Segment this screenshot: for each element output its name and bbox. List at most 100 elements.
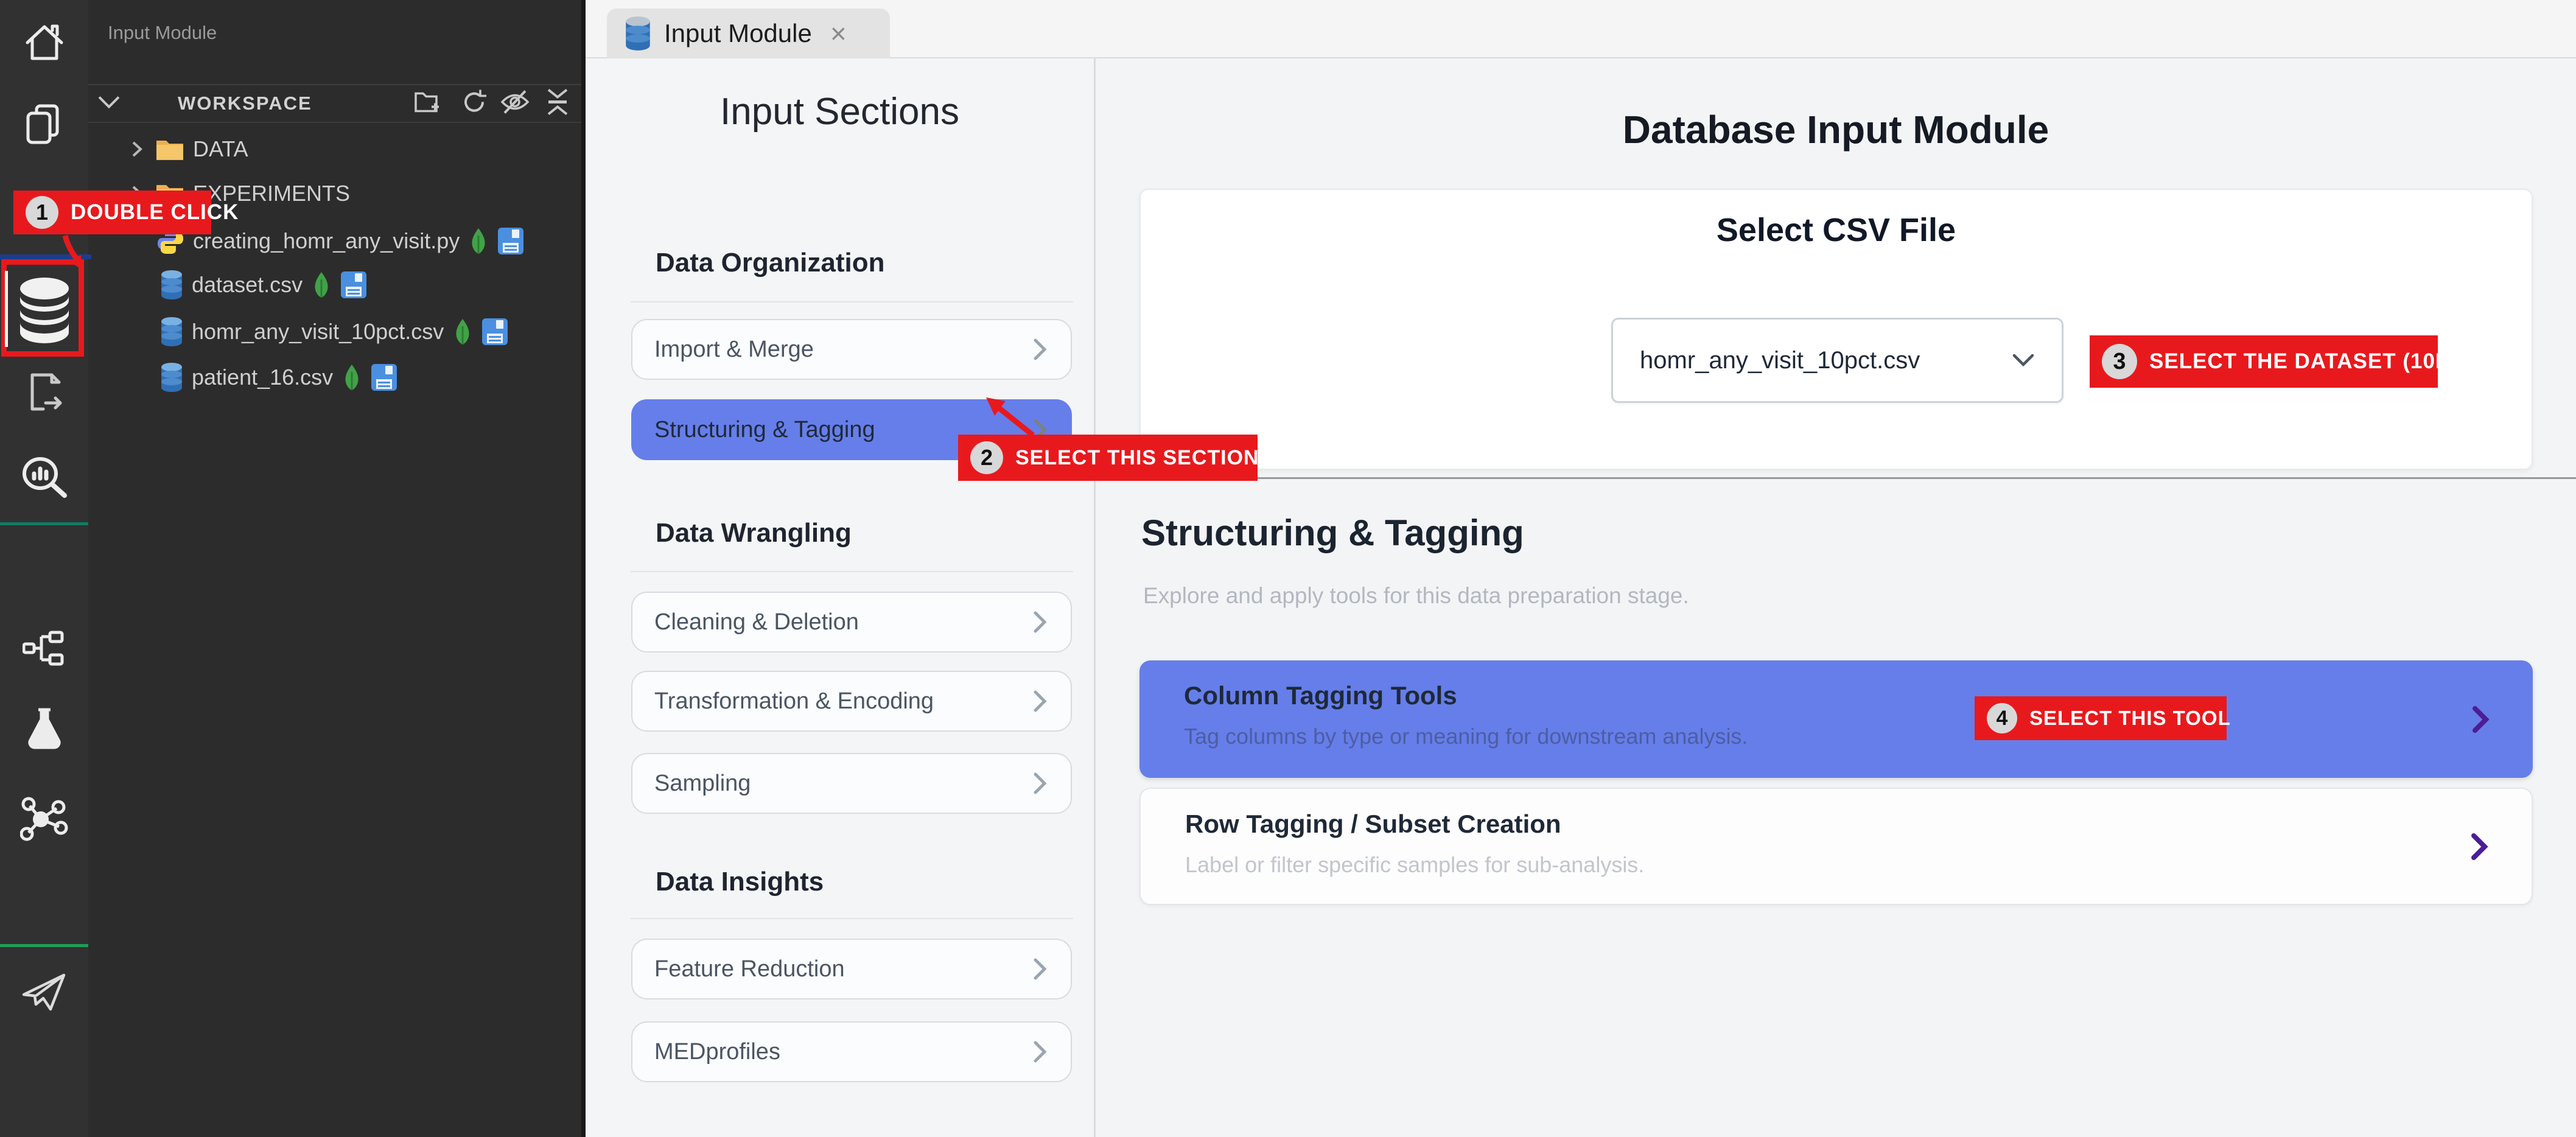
tree-item-label: DATA (193, 136, 248, 162)
annotation-highlight-rect (1, 259, 84, 357)
csv-database-icon (160, 317, 183, 347)
section-button-label: Sampling (654, 771, 751, 797)
saved-icon (481, 318, 508, 346)
refresh-icon[interactable] (461, 89, 488, 119)
section-button-label: Cleaning & Deletion (654, 609, 859, 635)
close-icon[interactable]: × (830, 19, 847, 47)
tab-input-module[interactable]: Input Module × (607, 9, 890, 58)
workspace-label: WORKSPACE (178, 93, 312, 114)
rail-divider (0, 944, 88, 947)
section-button-sampling[interactable]: Sampling (631, 753, 1072, 814)
tool-subtitle: Tag columns by type or meaning for downs… (1184, 724, 1748, 749)
tool-subtitle: Label or filter specific samples for sub… (1185, 852, 1644, 878)
tool-card-column-tagging[interactable]: Column Tagging Tools Tag columns by type… (1139, 660, 2533, 778)
csv-card-title: Select CSV File (1141, 211, 2532, 249)
workspace-header: WORKSPACE (88, 84, 581, 123)
chevron-down-icon (2012, 353, 2035, 368)
main-content: Database Input Module Select CSV File ho… (1096, 58, 2576, 1137)
section-button-import-merge[interactable]: Import & Merge (631, 319, 1072, 380)
chevron-down-icon[interactable] (97, 95, 121, 113)
tool-title: Row Tagging / Subset Creation (1185, 810, 1561, 839)
collapse-all-icon[interactable] (544, 88, 572, 120)
search-analytics-icon[interactable] (0, 455, 88, 503)
flow-icon[interactable] (0, 626, 88, 671)
section-button-label: Feature Reduction (654, 956, 845, 982)
mongo-leaf-icon (312, 271, 331, 299)
annotation-number: 3 (2102, 344, 2137, 379)
saved-icon (497, 227, 524, 255)
group-divider (631, 301, 1073, 303)
section-button-medprofiles[interactable]: MEDprofiles (631, 1021, 1072, 1082)
new-folder-icon[interactable] (413, 89, 444, 119)
chevron-right-icon (2469, 831, 2489, 862)
tree-item-csv-file[interactable]: patient_16.csv (88, 360, 581, 394)
annotation-number: 1 (26, 196, 58, 229)
flask-icon[interactable] (0, 706, 88, 751)
page-title: Database Input Module (1096, 107, 2576, 152)
send-icon[interactable] (0, 969, 88, 1015)
tree-item-label: patient_16.csv (192, 365, 333, 390)
tree-item-label: creating_homr_any_visit.py (193, 228, 460, 254)
section-button-cleaning-deletion[interactable]: Cleaning & Deletion (631, 592, 1072, 652)
annotation-label: SELECT THIS SECTION (1015, 446, 1259, 470)
file-explorer-panel: Input Module WORKSPACE DATA (88, 0, 586, 1137)
select-csv-card: Select CSV File homr_any_visit_10pct.csv (1139, 189, 2533, 470)
tree-item-label: dataset.csv (192, 272, 303, 298)
file-export-icon[interactable] (0, 370, 88, 416)
tool-title: Column Tagging Tools (1184, 681, 1457, 710)
group-label-data-organization: Data Organization (656, 248, 885, 278)
annotation-step-1: 1 DOUBLE CLICK (13, 191, 211, 234)
group-divider (631, 918, 1073, 919)
section-button-label: Structuring & Tagging (654, 417, 875, 443)
stage-subtitle: Explore and apply tools for this data pr… (1143, 583, 1689, 609)
network-icon[interactable] (0, 795, 88, 842)
tree-item-folder[interactable]: DATA (88, 132, 581, 166)
stage-title: Structuring & Tagging (1141, 512, 1524, 554)
chevron-right-icon (1032, 609, 1049, 635)
app-window: Input Module WORKSPACE DATA (0, 0, 2576, 1137)
module-icon-rail (0, 0, 88, 1137)
chevron-right-icon (2471, 704, 2490, 735)
chevron-right-icon (1032, 1039, 1049, 1065)
mongo-leaf-icon (453, 318, 472, 346)
tree-item-csv-file[interactable]: dataset.csv (88, 268, 581, 302)
mongo-leaf-icon (343, 363, 361, 391)
tab-label: Input Module (664, 19, 812, 48)
tool-card-row-tagging[interactable]: Row Tagging / Subset Creation Label or f… (1139, 788, 2533, 905)
section-button-transformation-encoding[interactable]: Transformation & Encoding (631, 671, 1072, 732)
group-label-data-wrangling: Data Wrangling (656, 518, 852, 548)
section-button-label: Import & Merge (654, 337, 814, 363)
tree-item-csv-file[interactable]: homr_any_visit_10pct.csv (88, 315, 581, 349)
annotation-arrow-1 (46, 234, 113, 271)
annotation-label: DOUBLE CLICK (71, 200, 239, 225)
section-divider (1096, 477, 2576, 479)
tab-bar: Input Module × (586, 0, 2576, 58)
database-icon (624, 16, 652, 51)
active-module-side-bar (5, 271, 8, 347)
csv-file-dropdown[interactable]: homr_any_visit_10pct.csv (1611, 318, 2063, 403)
home-icon[interactable] (0, 21, 88, 64)
explorer-header-title: Input Module (108, 22, 217, 44)
chevron-right-icon (1032, 771, 1049, 796)
saved-icon (340, 271, 367, 299)
saved-icon (371, 363, 397, 391)
section-button-label: MEDprofiles (654, 1039, 780, 1065)
documents-icon[interactable] (0, 103, 88, 146)
chevron-right-icon (1032, 956, 1049, 982)
csv-database-icon (160, 270, 183, 300)
csv-database-icon (160, 362, 183, 393)
rail-divider (0, 522, 88, 525)
annotation-label: SELECT THE DATASET (10PCT) (2149, 349, 2488, 374)
panel-title: Input Sections (586, 90, 1094, 133)
eye-off-icon[interactable] (500, 89, 530, 119)
annotation-step-2: 2 SELECT THIS SECTION (958, 435, 1258, 481)
annotation-number: 4 (1987, 703, 2017, 733)
section-button-feature-reduction[interactable]: Feature Reduction (631, 939, 1072, 999)
folder-icon (155, 137, 184, 161)
chevron-right-icon (1032, 688, 1049, 714)
group-label-data-insights: Data Insights (656, 867, 824, 897)
annotation-arrow-2 (969, 393, 1048, 438)
group-divider (631, 571, 1073, 572)
dropdown-value: homr_any_visit_10pct.csv (1640, 347, 1920, 374)
annotation-number: 2 (970, 441, 1003, 474)
